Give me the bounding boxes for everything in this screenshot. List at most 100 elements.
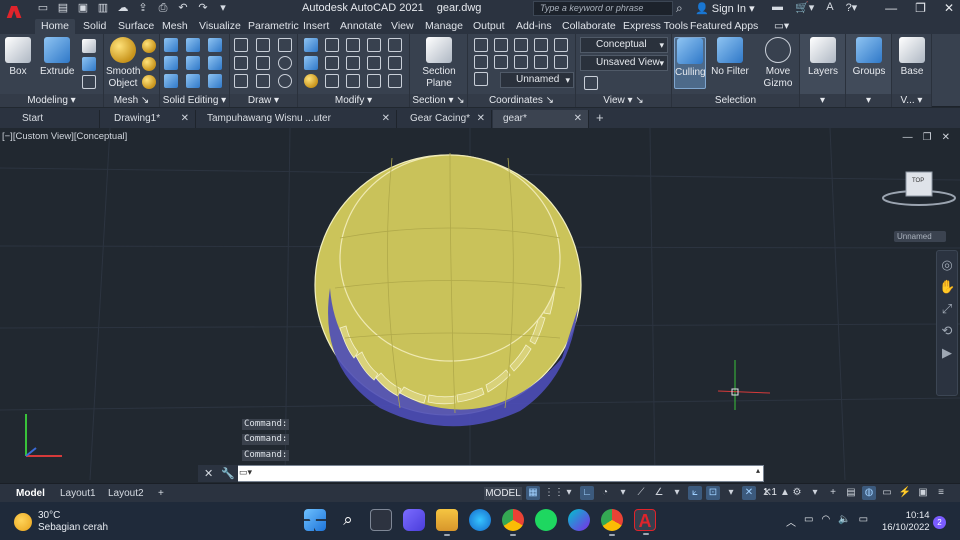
rotate-icon[interactable] — [346, 56, 360, 70]
extract-edges-icon[interactable] — [208, 38, 222, 52]
loft-icon[interactable] — [82, 57, 96, 71]
doc-tab-tampuhawang[interactable]: Tampuhawang Wisnu ...uter 1_2102315034*✕ — [197, 110, 397, 142]
tab-manage[interactable]: Manage — [419, 19, 469, 34]
no-filter-button[interactable]: No Filter — [710, 37, 750, 78]
doc-tab-drawing1[interactable]: Drawing1* ✕ — [104, 110, 196, 128]
ucs-view-icon[interactable] — [474, 55, 488, 69]
extrude-button[interactable]: Extrude — [40, 37, 74, 78]
canva-icon[interactable] — [568, 509, 590, 531]
tray-overflow-icon[interactable]: ︿ — [786, 514, 796, 529]
tab-collaborate[interactable]: Collaborate — [556, 19, 622, 34]
ucs-z-axis-icon[interactable] — [534, 38, 548, 52]
task-view-icon[interactable] — [370, 509, 392, 531]
base-button[interactable]: Base — [896, 37, 928, 78]
edge-icon[interactable] — [469, 509, 491, 531]
ortho-icon[interactable]: ∟ — [580, 486, 594, 500]
viewcube[interactable] — [882, 171, 956, 206]
polyline-icon[interactable] — [234, 38, 248, 52]
snap-mode-icon[interactable]: ⋮⋮ — [544, 486, 564, 500]
search-icon[interactable]: ⌕ — [676, 1, 683, 16]
maximize-icon[interactable]: ❐ — [915, 1, 926, 15]
spline-icon[interactable] — [234, 56, 248, 70]
slice-icon[interactable] — [186, 74, 200, 88]
polygon-icon[interactable] — [234, 74, 248, 88]
annotation-plus-icon[interactable]: + — [826, 486, 840, 500]
layers-button[interactable]: Layers — [806, 37, 840, 78]
polar-tracking-icon[interactable]: ◔ — [598, 486, 612, 500]
viewport-restore-icon[interactable]: ❐ — [923, 132, 932, 143]
tab-visualize[interactable]: Visualize — [193, 19, 247, 34]
new-tab-icon[interactable]: + — [596, 110, 604, 125]
isolate-objects-icon[interactable]: ⚡ — [898, 486, 912, 500]
gear-model[interactable] — [314, 152, 582, 427]
tab-output[interactable]: Output — [467, 19, 511, 34]
culling-button[interactable]: Culling — [674, 37, 706, 89]
close-tab-icon[interactable]: ✕ — [477, 110, 485, 128]
new-file-icon[interactable]: ▭ — [36, 1, 50, 15]
chrome-icon[interactable] — [502, 509, 524, 536]
customization-icon[interactable]: ≡ — [934, 486, 948, 500]
undo-icon[interactable]: ↶ — [176, 1, 190, 15]
recent-commands-icon[interactable]: ▭▾ — [239, 467, 259, 479]
panel-title-base[interactable]: V... ▾ — [892, 94, 931, 107]
refine-mesh-icon[interactable] — [142, 75, 156, 89]
tab-annotate[interactable]: Annotate — [334, 19, 388, 34]
steering-wheel-icon[interactable]: ◎ — [939, 257, 955, 273]
open-file-icon[interactable]: ▤ — [56, 1, 70, 15]
object-snap-icon[interactable]: ⊡ — [706, 486, 720, 500]
ucs-icon[interactable] — [474, 38, 488, 52]
scale-icon[interactable] — [346, 74, 360, 88]
move-gizmo-button[interactable]: Move Gizmo — [760, 37, 796, 90]
fillet-icon[interactable] — [388, 56, 402, 70]
ucs-y-icon[interactable] — [554, 55, 568, 69]
taskbar-search-icon[interactable]: ⌕ — [337, 509, 359, 531]
panel-title-modeling[interactable]: Modeling ▾ — [0, 94, 103, 107]
ucs-previous-icon[interactable] — [474, 72, 488, 86]
groups-expand-icon[interactable]: ▾ — [846, 94, 891, 107]
mirror-icon[interactable] — [367, 56, 381, 70]
smooth-less-icon[interactable] — [142, 57, 156, 71]
share-icon[interactable]: ⇪ — [136, 1, 150, 15]
rectangle-icon[interactable] — [256, 74, 270, 88]
zoom-extents-icon[interactable]: ⤢ — [939, 301, 955, 317]
offset-icon[interactable] — [367, 74, 381, 88]
showmotion-icon[interactable]: ▶ — [939, 345, 955, 361]
redo-icon[interactable]: ↷ — [196, 1, 210, 15]
file-explorer-icon[interactable] — [436, 509, 458, 536]
move-icon[interactable] — [346, 38, 360, 52]
copy-icon[interactable] — [367, 38, 381, 52]
save-as-icon[interactable]: ▥ — [96, 1, 110, 15]
wifi-icon[interactable]: ◠ — [821, 514, 830, 529]
minimize-icon[interactable]: — — [885, 1, 897, 15]
ellipse-icon[interactable] — [278, 74, 292, 88]
object-snap-dropdown-icon[interactable]: ▾ — [670, 486, 684, 500]
autocad-taskbar-icon[interactable]: A — [634, 509, 656, 535]
quick-properties-icon[interactable]: ◍ — [862, 486, 876, 500]
view-manager-icon[interactable] — [584, 76, 598, 90]
clock[interactable]: 10:14 16/10/2022 — [882, 510, 930, 534]
customize-icon[interactable]: 🔧 — [221, 467, 235, 480]
fillet-edge-icon[interactable] — [186, 38, 200, 52]
command-history-toggle-icon[interactable]: ▴ — [756, 466, 760, 475]
panel-title-solid-editing[interactable]: Solid Editing ▾ — [160, 94, 229, 107]
tab-parametric[interactable]: Parametric — [242, 19, 305, 34]
model-space-button[interactable]: MODEL — [484, 487, 522, 500]
annotation-visibility-icon[interactable]: ✕ — [742, 486, 756, 500]
layout-tab-model[interactable]: Model — [10, 486, 51, 501]
circle-icon[interactable] — [278, 56, 292, 70]
tab-solid[interactable]: Solid — [77, 19, 112, 34]
object-snap-menu-icon[interactable]: ▾ — [724, 486, 738, 500]
ucs-3point-icon[interactable] — [554, 38, 568, 52]
separate-icon[interactable] — [208, 74, 222, 88]
trim-icon[interactable] — [388, 38, 402, 52]
panel-title-modify[interactable]: Modify ▾ — [298, 94, 409, 107]
ucs-x-icon[interactable] — [534, 55, 548, 69]
battery-icon[interactable]: ▭ — [859, 514, 868, 529]
groups-button[interactable]: Groups — [852, 37, 886, 78]
tab-home[interactable]: Home — [35, 19, 76, 34]
tab-view[interactable]: View — [385, 19, 420, 34]
workspace-gear-icon[interactable]: ⚙ — [790, 486, 804, 500]
line-icon[interactable] — [256, 38, 270, 52]
polar-dropdown-icon[interactable]: ▾ — [616, 486, 630, 500]
arc-icon[interactable] — [278, 38, 292, 52]
